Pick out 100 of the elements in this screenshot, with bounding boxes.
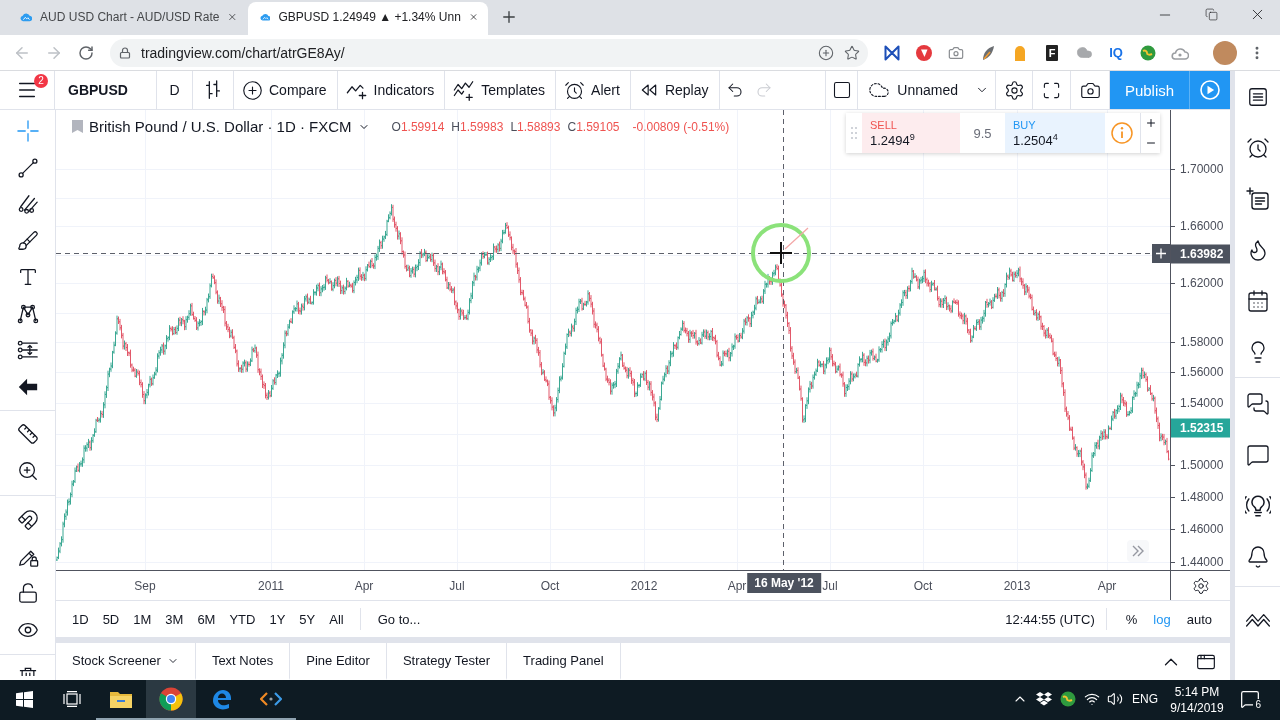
new-tab-icon[interactable] (500, 8, 518, 26)
extension-label[interactable]: F (1045, 44, 1059, 61)
folder-icon[interactable] (110, 690, 132, 708)
square-icon[interactable] (831, 80, 852, 100)
chat-bubbles-icon[interactable] (1245, 391, 1270, 416)
menu-badge: 2 (34, 74, 48, 88)
ohlc-value: L1.58893 (510, 119, 561, 134)
date-label: Apr (727, 579, 747, 593)
bell-icon[interactable] (1245, 544, 1270, 569)
watchlist-icon[interactable] (1246, 85, 1269, 108)
swirl-logo-icon[interactable] (210, 688, 232, 710)
replay-button[interactable]: Replay (630, 71, 720, 109)
settings-icon[interactable] (1003, 79, 1025, 101)
template-waves-icon (453, 79, 476, 101)
brush-icon[interactable] (16, 229, 39, 252)
address-field[interactable]: tradingview.com/chart/atrGE8Ay/ (110, 38, 868, 67)
crosshair-date-label: 16 May '12 (747, 573, 821, 593)
ohlc-value: H1.59983 (451, 119, 504, 134)
drag-handle-icon[interactable] (851, 127, 857, 139)
indicators-button[interactable]: Indicators (337, 71, 446, 109)
sell-button[interactable]: SELL 1.2494$^{9}$ (862, 113, 960, 153)
compare-button[interactable]: Compare (234, 71, 338, 109)
range-option[interactable]: All (322, 611, 351, 627)
calendar-icon[interactable] (1245, 288, 1270, 313)
plus-circle-icon[interactable] (818, 44, 834, 61)
unlock-icon[interactable] (16, 582, 39, 605)
price-label: 1.44000 (1180, 555, 1224, 569)
range-option[interactable]: 3M (158, 611, 191, 627)
price-label: 1.58000 (1180, 335, 1224, 349)
range-option[interactable]: 5D (95, 611, 127, 627)
browser-tab[interactable]: GBPUSD 1.24949 ▲ +1.34% Unn (248, 2, 488, 35)
date-label: Apr (1097, 579, 1117, 593)
trend-line-icon[interactable] (16, 156, 39, 179)
plus-icon[interactable] (1152, 244, 1170, 263)
pitchfork-icon[interactable] (16, 193, 39, 216)
ohlc-value: O1.59914 (391, 119, 445, 134)
browser-tab[interactable]: AUD USD Chart - AUD/USD Rate (8, 2, 248, 35)
speaker-icon[interactable] (1107, 691, 1123, 707)
chart-favicon-icon (20, 11, 33, 23)
price-change: -0.00809 (-0.51%) (632, 119, 730, 134)
lock-icon (119, 46, 131, 59)
range-option[interactable]: 6M (190, 611, 223, 627)
date-label: Oct (540, 579, 560, 593)
range-option[interactable]: 5Y (292, 611, 323, 627)
layout-name-button[interactable]: Unnamed (858, 71, 996, 109)
ruler-icon[interactable] (16, 423, 39, 446)
date-label: Jul (449, 579, 465, 593)
code-brackets-icon[interactable] (260, 691, 282, 707)
task-view-icon[interactable] (63, 691, 81, 707)
alarm-clock-icon (564, 79, 586, 101)
play-icon[interactable] (1190, 71, 1230, 109)
spread-value: 9.5 (972, 125, 993, 141)
zoom-in-icon[interactable] (16, 459, 39, 482)
clock-time[interactable]: 5:14 PM (1174, 685, 1220, 699)
price-label: 1.56000 (1180, 365, 1224, 379)
date-label: 2011 (258, 579, 284, 593)
symbol-title[interactable]: British Pound / U.S. Dollar · 1D · FXCM (89, 118, 352, 135)
go-to-link[interactable]: Go to... (369, 611, 429, 627)
cloud-outline-icon[interactable] (1171, 45, 1189, 60)
range-lines-icon[interactable] (16, 339, 39, 362)
sparkle-list-icon[interactable] (1245, 186, 1270, 211)
fullscreen-icon[interactable] (1042, 80, 1061, 100)
reload-icon[interactable] (78, 44, 94, 61)
round-badge-icon[interactable] (916, 44, 932, 61)
open-box-icon[interactable] (1036, 692, 1052, 706)
templates-button[interactable]: Templates (445, 71, 557, 109)
interval-button[interactable]: D (157, 71, 193, 109)
range-option[interactable]: 1Y (262, 611, 293, 627)
buy-button[interactable]: BUY 1.2504$^{4}$ (1005, 113, 1105, 153)
restore-icon[interactable] (1204, 8, 1218, 21)
date-label: 2012 (630, 579, 658, 593)
clock-date[interactable]: 9/14/2019 (1170, 701, 1224, 715)
globe-icon[interactable] (1060, 691, 1076, 707)
plus-icon[interactable] (1144, 117, 1157, 129)
scale-option[interactable]: % (1117, 611, 1146, 627)
range-option[interactable]: 1D (65, 611, 96, 627)
magnet-icon[interactable] (16, 509, 39, 532)
scale-option[interactable]: auto (1178, 611, 1220, 627)
settings-icon[interactable] (1191, 576, 1210, 595)
pattern-icon[interactable] (16, 302, 39, 325)
language-indicator[interactable]: ENG (1132, 692, 1158, 706)
price-label: 1.66000 (1180, 219, 1224, 233)
range-option[interactable]: YTD (222, 611, 263, 627)
star-icon[interactable] (844, 44, 860, 61)
avatar-icon[interactable] (1213, 40, 1237, 65)
flag-icon (72, 120, 83, 133)
symbol-button[interactable]: GBPUSD (55, 71, 157, 109)
scroll-right-icon[interactable] (1127, 540, 1149, 562)
cursor-highlight-icon (751, 223, 811, 283)
range-option[interactable]: 1M (126, 611, 159, 627)
start-menu-icon[interactable] (15, 690, 33, 708)
leaf-icon[interactable] (980, 44, 996, 61)
undo-icon[interactable] (725, 81, 744, 99)
alert-button[interactable]: Alert (556, 71, 631, 109)
price-label: 1.46000 (1180, 522, 1224, 536)
chat-icon[interactable] (1245, 442, 1270, 467)
extension-label[interactable]: IQ (1109, 45, 1123, 60)
wifi-icon[interactable] (1084, 691, 1100, 707)
bowtie-icon[interactable] (884, 44, 900, 61)
round-browser-icon[interactable] (159, 687, 183, 711)
